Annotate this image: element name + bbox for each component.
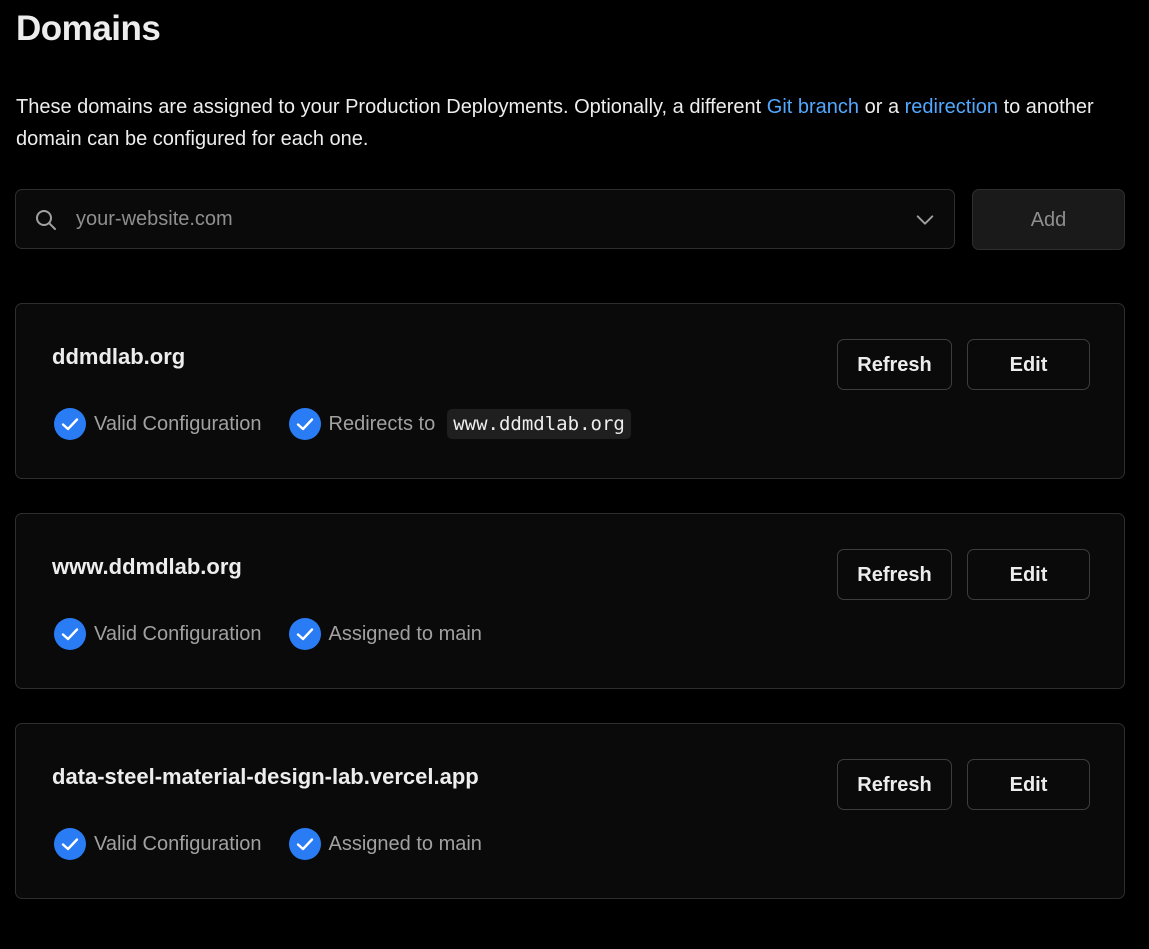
edit-button[interactable]: Edit: [967, 339, 1090, 390]
status-text: Valid Configuration: [94, 412, 262, 435]
branch-label: Assigned to main: [328, 832, 482, 855]
domain-status-row: Valid Configuration Assigned to main: [53, 827, 508, 861]
git-branch-link[interactable]: Git branch: [767, 96, 859, 118]
domain-card: www.ddmdlab.org Valid Configuration Assi…: [15, 513, 1125, 689]
check-circle-icon: [54, 408, 86, 440]
status-text: Valid Configuration: [94, 622, 262, 645]
check-circle-icon: [288, 408, 321, 440]
branch-status: Assigned to main: [288, 617, 482, 651]
description-text-middle: or a: [859, 96, 905, 118]
edit-button[interactable]: Edit: [967, 759, 1090, 810]
domain-name: data-steel-material-design-lab.vercel.ap…: [52, 764, 479, 789]
domain-name: ddmdlab.org: [52, 344, 186, 369]
refresh-button[interactable]: Refresh: [837, 759, 952, 810]
check-circle-icon: [288, 618, 321, 650]
edit-button[interactable]: Edit: [967, 549, 1090, 600]
domain-card: ddmdlab.org Valid Configuration Redirect…: [15, 303, 1125, 479]
check-circle-icon: [288, 828, 321, 860]
chevron-down-icon[interactable]: [914, 209, 936, 231]
domain-status-row: Valid Configuration Redirects to www.ddm…: [53, 407, 657, 441]
status-text: Valid Configuration: [94, 832, 262, 855]
check-circle-icon: [54, 828, 86, 860]
page-description: These domains are assigned to your Produ…: [16, 91, 1126, 155]
domain-search-input[interactable]: [76, 190, 896, 248]
valid-config-status: Valid Configuration: [53, 407, 262, 441]
redirect-status: Redirects to www.ddmdlab.org: [288, 407, 631, 441]
branch-label: Assigned to main: [328, 622, 482, 645]
redirect-target: www.ddmdlab.org: [447, 409, 631, 439]
refresh-button[interactable]: Refresh: [837, 549, 952, 600]
domain-name: www.ddmdlab.org: [52, 554, 242, 579]
description-text-before: These domains are assigned to your Produ…: [16, 96, 767, 118]
redirect-label: Redirects to: [328, 412, 436, 435]
check-circle-icon: [54, 618, 86, 650]
domain-status-row: Valid Configuration Assigned to main: [53, 617, 508, 651]
redirection-link[interactable]: redirection: [905, 96, 998, 118]
page-title: Domains: [16, 9, 161, 48]
domain-card: data-steel-material-design-lab.vercel.ap…: [15, 723, 1125, 899]
refresh-button[interactable]: Refresh: [837, 339, 952, 390]
add-domain-button[interactable]: Add: [972, 189, 1125, 250]
valid-config-status: Valid Configuration: [53, 827, 262, 861]
valid-config-status: Valid Configuration: [53, 617, 262, 651]
domain-search-box[interactable]: [15, 189, 955, 249]
branch-status: Assigned to main: [288, 827, 482, 861]
search-icon: [36, 210, 56, 230]
